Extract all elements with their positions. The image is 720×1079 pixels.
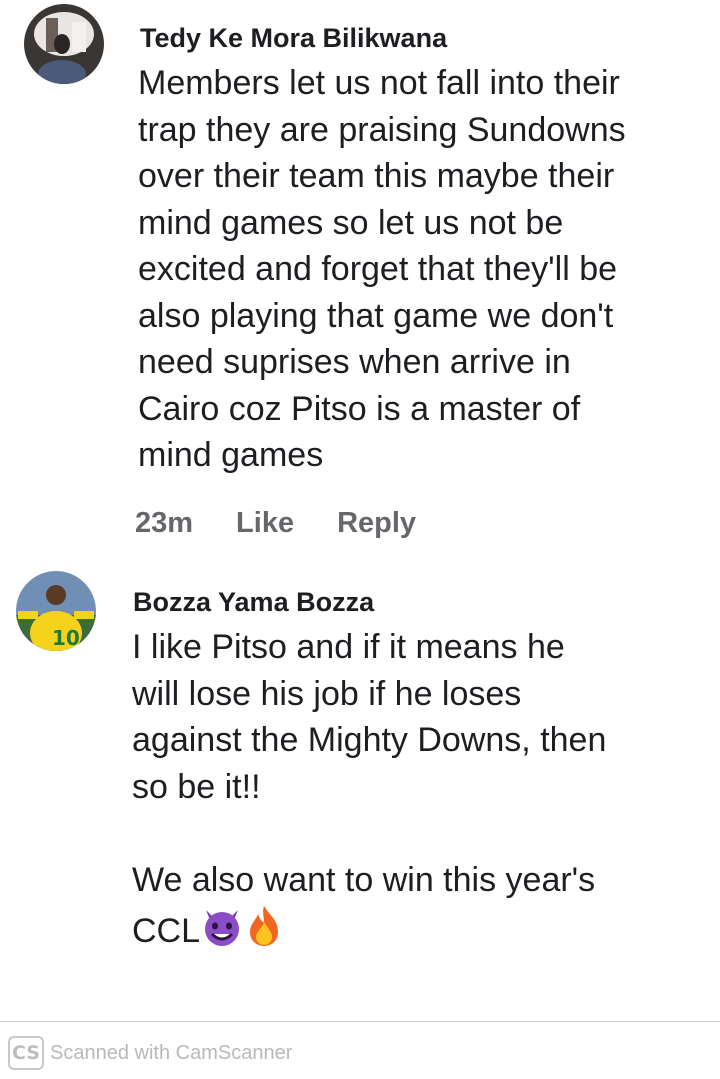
like-button[interactable]: Like: [236, 506, 294, 540]
comment-text-ccl: CCL: [132, 912, 201, 950]
divider: [0, 1021, 720, 1022]
comment-text: Members let us not fall into their trap …: [138, 64, 626, 474]
comment-timestamp: 23m: [135, 507, 194, 539]
reply-button[interactable]: Reply: [337, 506, 416, 540]
comment-text-last-line: CCL: [132, 904, 712, 961]
avatar[interactable]: [24, 4, 104, 84]
comment-author[interactable]: Bozza Yama Bozza: [133, 586, 374, 618]
jersey-number: 10: [52, 626, 80, 650]
avatar[interactable]: 10: [16, 571, 96, 651]
comment-text: I like Pitso and if it means he will los…: [132, 628, 607, 899]
comment-actions: 23m Like Reply: [135, 506, 459, 540]
fire-icon: [244, 904, 284, 961]
smiling-imp-icon: [200, 904, 244, 961]
camscanner-watermark: CS Scanned with CamScanner: [8, 1035, 292, 1071]
comment-author[interactable]: Tedy Ke Mora Bilikwana: [140, 22, 447, 54]
avatar-photo-icon: 10: [16, 571, 96, 651]
camscanner-logo-icon: CS: [8, 1036, 44, 1070]
avatar-photo-icon: [24, 4, 104, 84]
watermark-text: Scanned with CamScanner: [50, 1041, 293, 1064]
